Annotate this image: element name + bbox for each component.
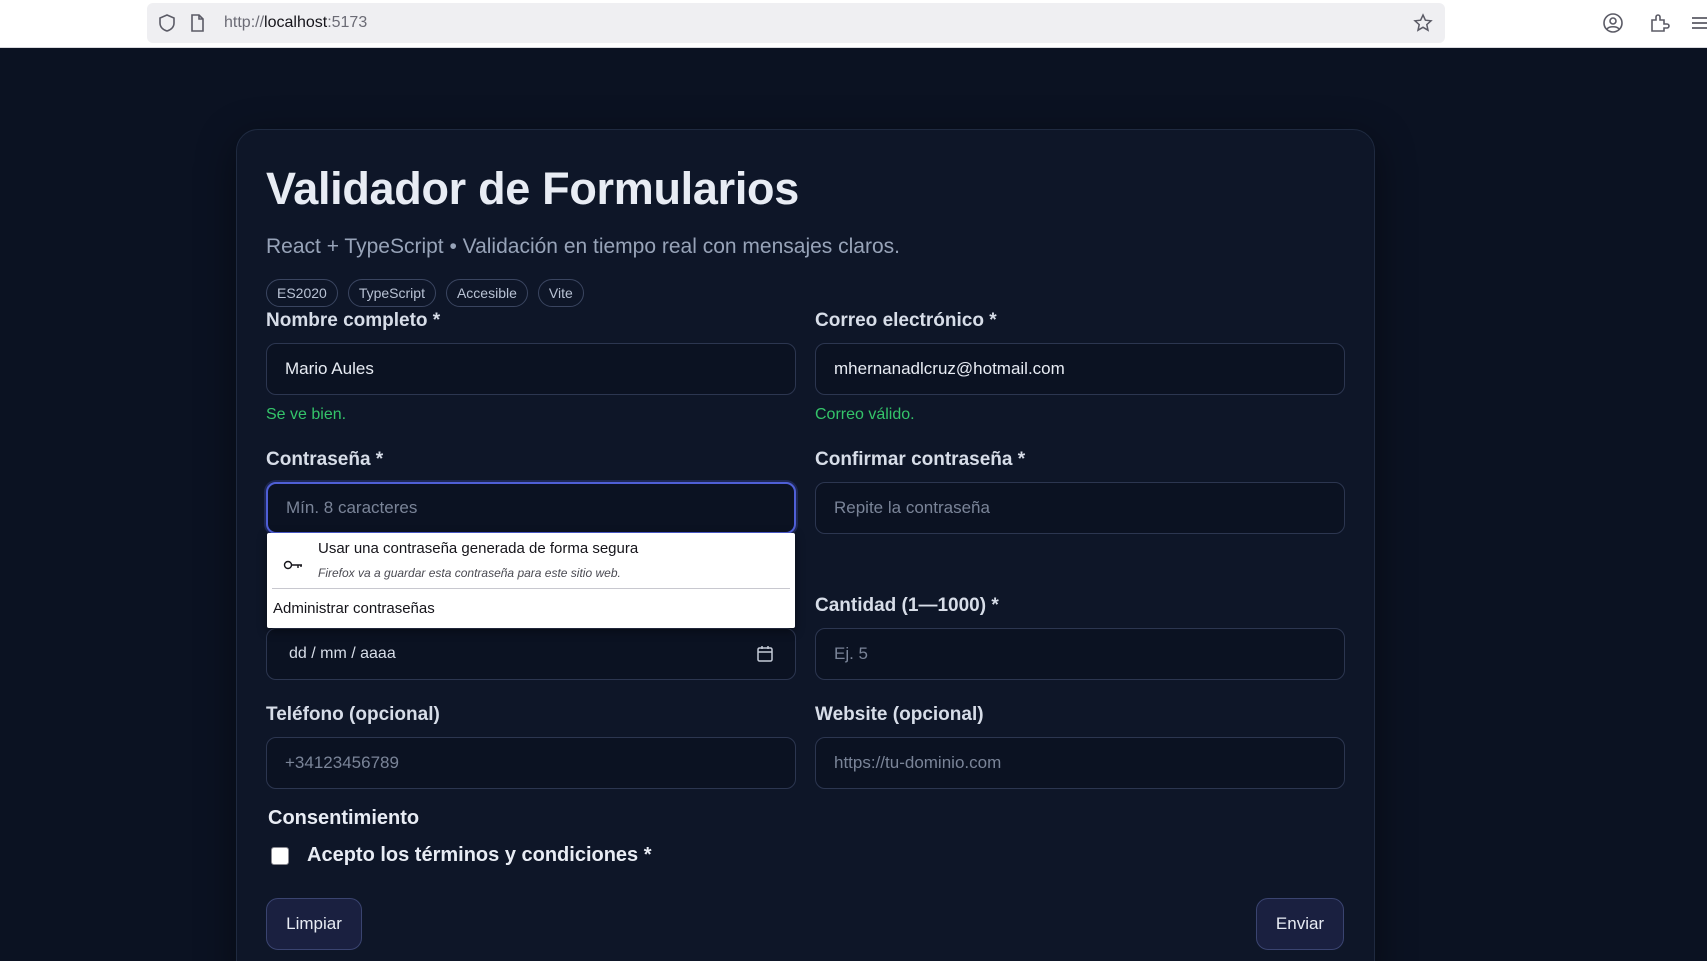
date-value[interactable]: dd / mm / aaaa [289, 645, 396, 663]
generate-password-option[interactable]: Usar una contraseña generada de forma se… [318, 540, 638, 557]
name-input[interactable] [267, 344, 795, 394]
email-field[interactable] [815, 343, 1345, 395]
clear-button[interactable]: Limpiar [266, 898, 362, 950]
submit-button[interactable]: Enviar [1256, 898, 1344, 950]
shield-icon[interactable] [157, 13, 177, 33]
tag-accesible: Accesible [445, 279, 528, 307]
password-label: Contraseña * [266, 449, 384, 470]
confirm-password-input[interactable] [816, 483, 1344, 533]
page-icon[interactable] [187, 13, 207, 33]
url-scheme: http:// [224, 14, 265, 31]
generate-password-note: Firefox va a guardar esta contraseña par… [318, 566, 621, 580]
tech-tags: ES2020 TypeScript Accesible Vite [266, 279, 584, 307]
consent-heading: Consentimiento [268, 807, 420, 829]
name-status: Se ve bien. [266, 406, 347, 423]
tag-typescript: TypeScript [347, 279, 436, 307]
email-label: Correo electrónico * [815, 310, 997, 331]
date-field[interactable]: dd / mm / aaaa [266, 628, 796, 680]
name-label: Nombre completo * [266, 310, 441, 331]
url-host: localhost [264, 14, 328, 31]
manage-passwords-option[interactable]: Administrar contraseñas [273, 600, 435, 617]
terms-checkbox[interactable] [271, 847, 289, 865]
tag-vite: Vite [537, 279, 584, 307]
phone-label: Teléfono (opcional) [266, 704, 440, 725]
bookmark-star-icon[interactable] [1413, 13, 1433, 33]
name-field[interactable] [266, 343, 796, 395]
phone-input[interactable] [267, 738, 795, 788]
browser-toolbar: http://localhost:5173 [0, 0, 1707, 48]
website-field[interactable] [815, 737, 1345, 789]
calendar-icon[interactable] [755, 644, 775, 664]
key-icon [281, 553, 305, 577]
page-title: Validador de Formularios [266, 163, 799, 214]
password-input[interactable] [268, 484, 794, 532]
website-label: Website (opcional) [815, 704, 984, 725]
menu-icon[interactable] [1690, 12, 1707, 34]
page-subtitle: React + TypeScript • Validación en tiemp… [266, 235, 900, 258]
url-text[interactable]: http://localhost:5173 [224, 14, 367, 32]
phone-field[interactable] [266, 737, 796, 789]
url-port: :5173 [327, 14, 368, 31]
quantity-field[interactable] [815, 628, 1345, 680]
url-bar[interactable]: http://localhost:5173 [147, 3, 1445, 43]
popup-divider [272, 588, 790, 589]
extensions-icon[interactable] [1648, 12, 1670, 34]
terms-label[interactable]: Acepto los términos y condiciones * [307, 844, 652, 867]
tag-es2020: ES2020 [266, 279, 338, 307]
confirm-password-label: Confirmar contraseña * [815, 449, 1026, 470]
password-suggestion-popup: Usar una contraseña generada de forma se… [267, 533, 795, 628]
email-status: Correo válido. [815, 406, 915, 423]
quantity-label: Cantidad (1—1000) * [815, 595, 999, 616]
password-field[interactable] [266, 482, 796, 534]
account-icon[interactable] [1602, 12, 1624, 34]
website-input[interactable] [816, 738, 1344, 788]
quantity-input[interactable] [816, 629, 1344, 679]
confirm-password-field[interactable] [815, 482, 1345, 534]
email-input[interactable] [816, 344, 1344, 394]
